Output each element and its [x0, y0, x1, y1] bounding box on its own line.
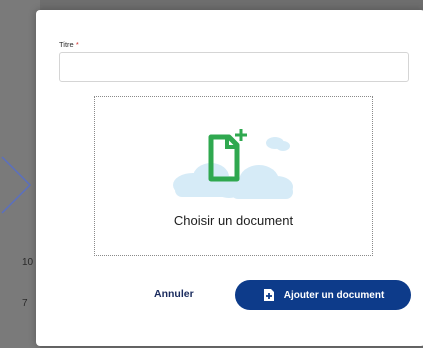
- required-mark: *: [75, 40, 79, 49]
- file-plus-icon: [263, 289, 274, 301]
- add-document-label: Ajouter un document: [283, 289, 385, 301]
- cancel-button[interactable]: Annuler: [154, 288, 194, 300]
- upload-illustration: [173, 129, 293, 199]
- title-label-text: Titre: [59, 40, 74, 49]
- document-dropzone[interactable]: Choisir un document: [94, 96, 373, 256]
- title-input[interactable]: [59, 52, 409, 82]
- background-row-number: 7: [22, 298, 28, 309]
- arrow-annotation-icon: [1, 156, 32, 214]
- add-document-modal: Titre * Choisir un document Annuler Ajou…: [36, 10, 423, 346]
- background-row-number: 10: [22, 257, 34, 268]
- title-field-label: Titre *: [59, 40, 79, 49]
- dropzone-label: Choisir un document: [173, 213, 294, 228]
- add-document-button[interactable]: Ajouter un document: [235, 280, 411, 310]
